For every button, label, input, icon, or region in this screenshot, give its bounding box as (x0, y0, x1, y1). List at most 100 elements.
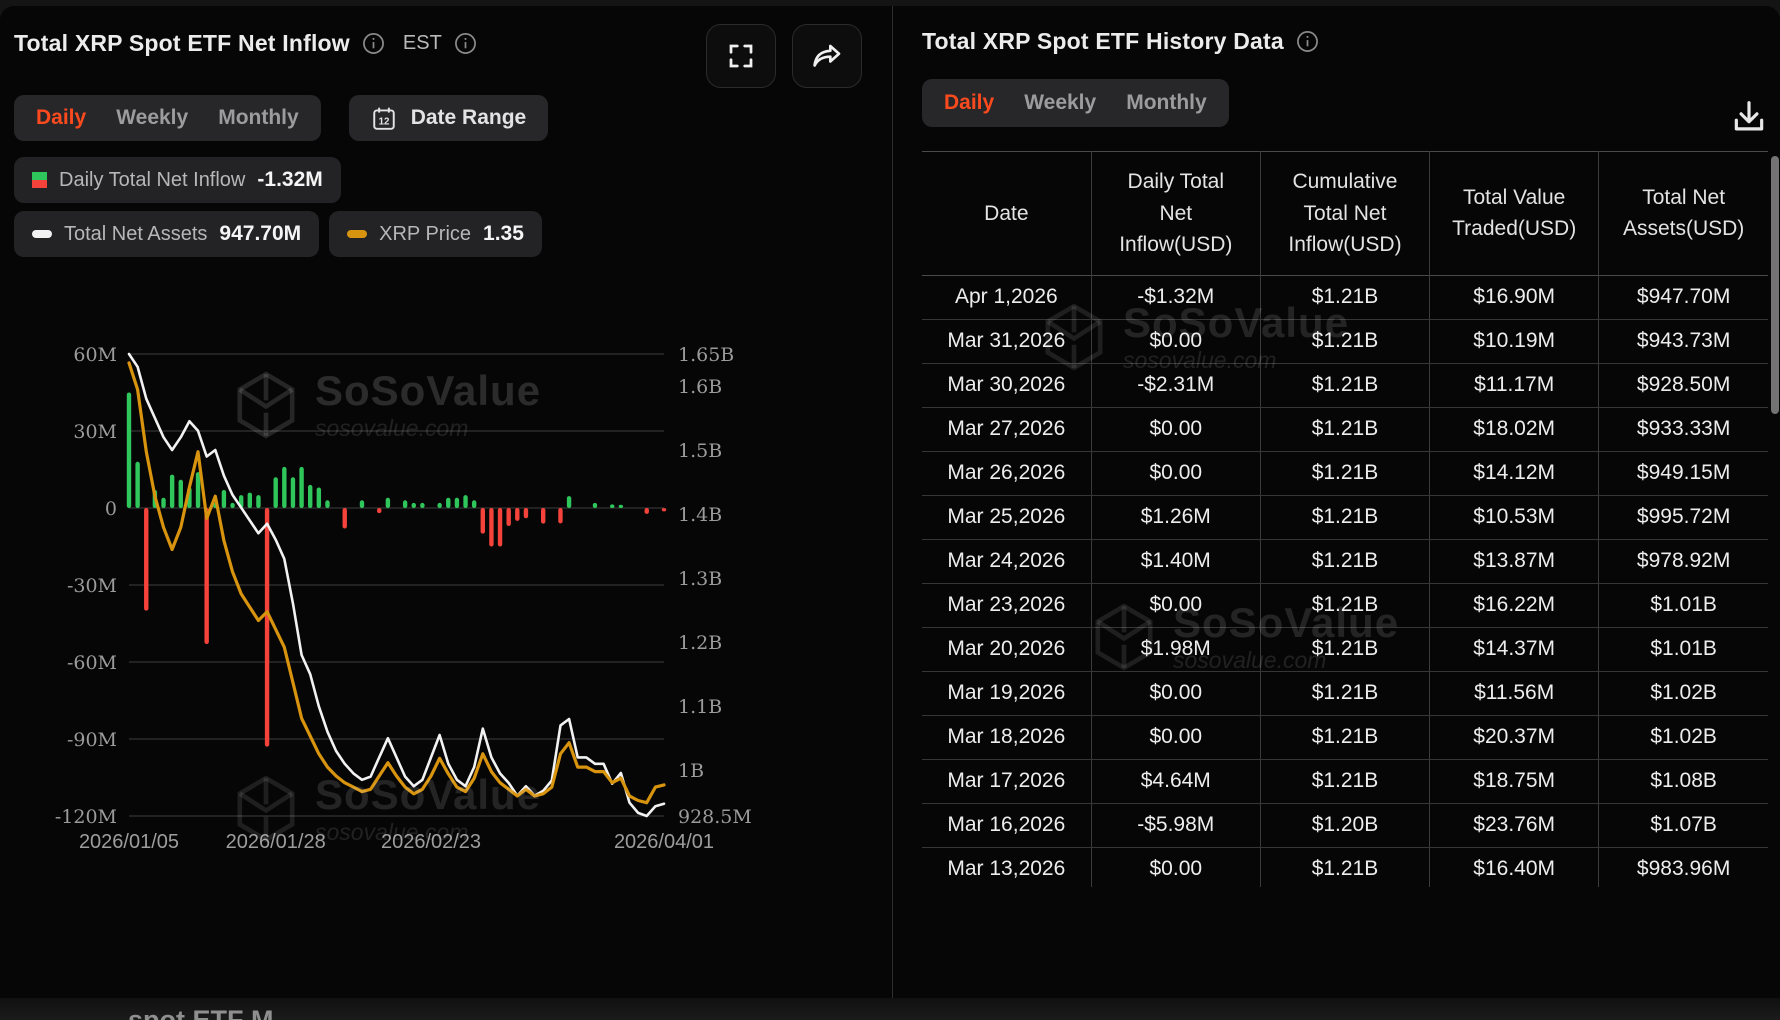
table-header-cell: Daily Total Net Inflow(USD) (1091, 151, 1261, 275)
table-cell: Mar 24,2026 (922, 539, 1092, 584)
svg-text:1B: 1B (678, 760, 704, 782)
table-period-tabs: Daily Weekly Monthly (922, 79, 1229, 127)
table-cell: $1.26M (1091, 495, 1261, 540)
table-scrollbar[interactable] (1771, 156, 1779, 414)
table-cell: $983.96M (1598, 847, 1768, 887)
legend-value: -1.32M (257, 168, 323, 191)
legend-xrp-price[interactable]: XRP Price 1.35 (329, 211, 542, 257)
table-cell: $14.37M (1429, 627, 1600, 672)
table-cell: Mar 13,2026 (922, 847, 1092, 887)
table-cell: $995.72M (1598, 495, 1768, 540)
table-row: Mar 20,2026 $1.98M $1.21B $14.37M $1.01B (922, 627, 1768, 672)
tab-daily[interactable]: Daily (36, 106, 86, 130)
table-cell: Mar 31,2026 (922, 319, 1092, 364)
history-table-container[interactable]: Date Daily Total Net Inflow(USD) Cumulativ… (922, 151, 1768, 887)
table-cell: Mar 19,2026 (922, 671, 1092, 716)
svg-text:2026/01/28: 2026/01/28 (226, 831, 326, 853)
tab-weekly[interactable]: Weekly (116, 106, 188, 130)
table-cell: $1.21B (1260, 847, 1431, 887)
app-frame: Total XRP Spot ETF Net Inflow EST Daily … (0, 0, 1780, 1020)
dashboard-panels: Total XRP Spot ETF Net Inflow EST Daily … (0, 6, 1780, 998)
table-header-cell: Total Value Traded(USD) (1429, 151, 1600, 275)
tab-monthly[interactable]: Monthly (218, 106, 298, 130)
svg-text:-90M: -90M (67, 729, 117, 751)
history-table-body: Apr 1,2026 -$1.32M $1.21B $16.90M $947.70M Ma… (922, 275, 1768, 887)
table-row: Mar 17,2026 $4.64M $1.21B $18.75M $1.08B (922, 759, 1768, 804)
table-row: Mar 24,2026 $1.40M $1.21B $13.87M $978.92M (922, 539, 1768, 584)
share-button[interactable] (792, 24, 862, 88)
tab-monthly[interactable]: Monthly (1126, 91, 1206, 115)
table-row: Mar 13,2026 $0.00 $1.21B $16.40M $983.96M (922, 847, 1768, 887)
table-cell: $1.01B (1598, 627, 1768, 672)
svg-text:1.1B: 1.1B (678, 696, 722, 718)
table-cell: Mar 23,2026 (922, 583, 1092, 628)
table-controls: Daily Weekly Monthly (922, 79, 1768, 127)
svg-text:60M: 60M (73, 344, 117, 366)
table-cell: $1.02B (1598, 671, 1768, 716)
table-cell: Mar 25,2026 (922, 495, 1092, 540)
table-cell: -$2.31M (1091, 363, 1261, 408)
tab-daily[interactable]: Daily (944, 91, 994, 115)
table-cell: $933.33M (1598, 407, 1768, 452)
table-cell: $23.76M (1429, 803, 1600, 848)
table-cell: Mar 26,2026 (922, 451, 1092, 496)
date-range-button[interactable]: 12 Date Range (348, 95, 549, 141)
svg-text:-60M: -60M (67, 652, 117, 674)
history-table: Date Daily Total Net Inflow(USD) Cumulativ… (922, 151, 1768, 887)
table-cell: Apr 1,2026 (922, 275, 1092, 320)
white-line-icon (32, 230, 52, 238)
table-info-icon[interactable] (1296, 30, 1319, 53)
table-cell: $947.70M (1598, 275, 1768, 320)
table-titlebar: Total XRP Spot ETF History Data (922, 28, 1768, 55)
table-cell: $1.02B (1598, 715, 1768, 760)
table-cell: -$1.32M (1091, 275, 1261, 320)
table-cell: Mar 20,2026 (922, 627, 1092, 672)
table-header-row: Date Daily Total Net Inflow(USD) Cumulativ… (922, 151, 1768, 275)
table-cell: $11.17M (1429, 363, 1600, 408)
table-header-cell: Cumulative Total Net Inflow(USD) (1260, 151, 1431, 275)
svg-text:2026/02/23: 2026/02/23 (381, 831, 481, 853)
table-cell: $1.21B (1260, 627, 1431, 672)
inflow-chart-svg[interactable]: 60M 30M 0 -30M -60M -90M -120M 1.65B 1.6B 1.5B 1.4… (14, 279, 889, 869)
history-data-panel: Total XRP Spot ETF History Data Daily We… (892, 6, 1780, 998)
legend-label: Daily Total Net Inflow (59, 168, 246, 191)
svg-text:1.2B: 1.2B (678, 632, 722, 654)
table-row: Mar 19,2026 $0.00 $1.21B $11.56M $1.02B (922, 671, 1768, 716)
table-cell: $1.21B (1260, 759, 1431, 804)
timezone-info-icon[interactable] (454, 32, 477, 55)
table-cell: $0.00 (1091, 847, 1261, 887)
net-inflow-panel: Total XRP Spot ETF Net Inflow EST Daily … (0, 6, 892, 998)
table-cell: $14.12M (1429, 451, 1600, 496)
svg-text:12: 12 (378, 117, 389, 128)
table-cell: $1.20B (1260, 803, 1431, 848)
table-cell: $1.07B (1598, 803, 1768, 848)
fullscreen-button[interactable] (706, 24, 776, 88)
table-cell: $0.00 (1091, 583, 1261, 628)
info-icon[interactable] (362, 32, 385, 55)
table-header-cell: Date (922, 151, 1092, 275)
table-cell: $16.22M (1429, 583, 1600, 628)
fullscreen-icon (729, 44, 753, 68)
table-cell: $1.01B (1598, 583, 1768, 628)
legend-total-net-assets[interactable]: Total Net Assets 947.70M (14, 211, 320, 257)
tab-weekly[interactable]: Weekly (1024, 91, 1096, 115)
table-row: Mar 16,2026 -$5.98M $1.20B $23.76M $1.07B (922, 803, 1768, 848)
table-cell: $20.37M (1429, 715, 1600, 760)
svg-text:-120M: -120M (55, 806, 117, 828)
bar-series-icon (32, 172, 47, 188)
download-button[interactable] (1730, 98, 1768, 136)
table-row: Mar 31,2026 $0.00 $1.21B $10.19M $943.73M (922, 319, 1768, 364)
table-row: Mar 25,2026 $1.26M $1.21B $10.53M $995.72M (922, 495, 1768, 540)
table-cell: $1.98M (1091, 627, 1261, 672)
table-cell: $1.40M (1091, 539, 1261, 584)
table-cell: $928.50M (1598, 363, 1768, 408)
table-row: Mar 27,2026 $0.00 $1.21B $18.02M $933.33M (922, 407, 1768, 452)
clipped-section-text: spot ETF M (128, 1005, 274, 1020)
table-row: Mar 18,2026 $0.00 $1.21B $20.37M $1.02B (922, 715, 1768, 760)
legend-daily-net-inflow[interactable]: Daily Total Net Inflow -1.32M (14, 157, 341, 203)
table-cell: $1.21B (1260, 363, 1431, 408)
table-cell: $1.21B (1260, 407, 1431, 452)
table-cell: $943.73M (1598, 319, 1768, 364)
table-header-cell: Total Net Assets(USD) (1622, 185, 1745, 241)
table-cell: $0.00 (1091, 715, 1261, 760)
